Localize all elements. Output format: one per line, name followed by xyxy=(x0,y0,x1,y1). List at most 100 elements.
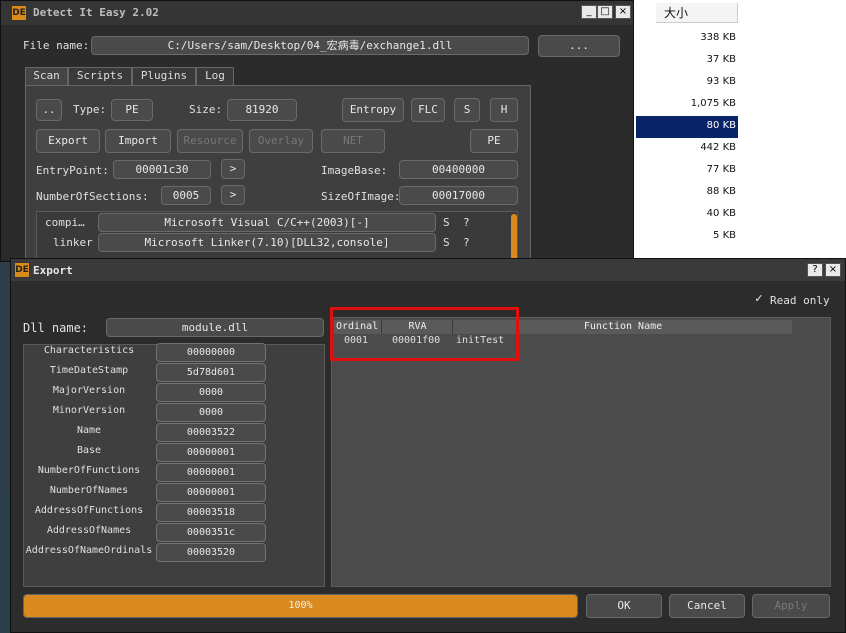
export-field-value[interactable]: 00003522 xyxy=(156,423,266,442)
progress-bar: 100% xyxy=(23,594,578,618)
export-title-bar[interactable]: DE Export ? × xyxy=(11,259,845,281)
overlay-button[interactable]: Overlay xyxy=(249,129,313,153)
desktop-background xyxy=(0,490,10,633)
result-s[interactable]: S xyxy=(443,236,450,249)
type-label: Type: xyxy=(73,103,107,116)
progress-text: 100% xyxy=(288,600,313,611)
export-field-label: TimeDateStamp xyxy=(49,365,129,376)
pe-button[interactable]: PE xyxy=(470,129,518,153)
result-q[interactable]: ? xyxy=(463,236,470,249)
size-column-header[interactable]: 大小 xyxy=(656,3,738,23)
cancel-button[interactable]: Cancel xyxy=(669,594,745,618)
export-field-value[interactable]: 0000351c xyxy=(156,523,266,542)
result-kind: linker xyxy=(53,236,93,249)
browse-button[interactable]: ... xyxy=(538,35,620,57)
entrypoint-arrow-button[interactable]: > xyxy=(221,159,245,179)
entrypoint-label: EntryPoint: xyxy=(36,164,109,177)
results-scrollbar[interactable] xyxy=(511,214,517,262)
file-name-label: File name: xyxy=(23,39,90,52)
imagebase-value: 00400000 xyxy=(399,160,518,179)
explorer-size-row[interactable]: 37 KB xyxy=(636,54,736,65)
export-field-label: AddressOfNameOrdinals xyxy=(25,545,153,556)
explorer-size-row[interactable]: 80 KB xyxy=(636,120,736,131)
help-icon[interactable]: ? xyxy=(807,263,823,277)
export-field-value[interactable]: 00003518 xyxy=(156,503,266,522)
explorer-size-row[interactable]: 338 KB xyxy=(636,32,736,43)
read-only-label: Read only xyxy=(770,294,830,307)
checkmark-icon: ✓ xyxy=(754,292,764,305)
net-button[interactable]: NET xyxy=(321,129,385,153)
close-icon[interactable]: × xyxy=(825,263,841,277)
dll-name-label: Dll name: xyxy=(23,321,89,335)
ok-button[interactable]: OK xyxy=(586,594,662,618)
die-window-title: Detect It Easy 2.02 xyxy=(33,6,159,19)
apply-button[interactable]: Apply xyxy=(752,594,830,618)
results-list: compi… Microsoft Visual C/C++(2003)[-] S… xyxy=(36,211,518,263)
result-q[interactable]: ? xyxy=(463,216,470,229)
h-button[interactable]: H xyxy=(490,98,518,122)
sizeofimage-label: SizeOfImage: xyxy=(321,190,401,203)
sections-arrow-button[interactable]: > xyxy=(221,185,245,205)
imagebase-label: ImageBase: xyxy=(321,164,388,177)
file-path-field[interactable]: C:/Users/sam/Desktop/04_宏病毒/exchange1.dl… xyxy=(91,36,529,55)
export-field-label: Base xyxy=(76,445,102,456)
export-field-value[interactable]: 00000001 xyxy=(156,443,266,462)
export-field-label: AddressOfFunctions xyxy=(34,505,144,516)
type-value: PE xyxy=(111,99,153,121)
result-s[interactable]: S xyxy=(443,216,450,229)
explorer-size-row[interactable]: 40 KB xyxy=(636,208,736,219)
export-field-value[interactable]: 00000000 xyxy=(156,343,266,362)
explorer-size-row[interactable]: 77 KB xyxy=(636,164,736,175)
explorer-size-row[interactable]: 5 KB xyxy=(636,230,736,241)
export-field-value[interactable]: 0000 xyxy=(156,383,266,402)
s-button[interactable]: S xyxy=(454,98,480,122)
explorer-size-row[interactable]: 442 KB xyxy=(636,142,736,153)
entropy-button[interactable]: Entropy xyxy=(342,98,404,122)
export-button[interactable]: Export xyxy=(36,129,100,153)
export-field-label: Name xyxy=(76,425,102,436)
read-only-checkbox[interactable]: ✓ xyxy=(753,293,765,305)
explorer-size-row[interactable]: 93 KB xyxy=(636,76,736,87)
maximize-icon[interactable]: □ xyxy=(597,5,613,19)
export-dialog-title: Export xyxy=(33,264,73,277)
export-field-label: NumberOfNames xyxy=(49,485,129,496)
export-app-icon: DE xyxy=(14,262,30,278)
minimize-icon[interactable]: _ xyxy=(581,5,597,19)
result-value: Microsoft Linker(7.10)[DLL32,console] xyxy=(98,233,436,252)
sections-label: NumberOfSections: xyxy=(36,190,149,203)
explorer-size-row[interactable]: 1,075 KB xyxy=(636,98,736,109)
tab-scripts[interactable]: Scripts xyxy=(68,67,132,85)
sections-value: 0005 xyxy=(161,186,211,205)
tab-plugins[interactable]: Plugins xyxy=(132,67,196,85)
result-value: Microsoft Visual C/C++(2003)[-] xyxy=(98,213,436,232)
export-field-value[interactable]: 5d78d601 xyxy=(156,363,266,382)
size-column-label: 大小 xyxy=(664,6,689,20)
sizeofimage-value: 00017000 xyxy=(399,186,518,205)
export-field-value[interactable]: 00000001 xyxy=(156,483,266,502)
export-field-value[interactable]: 00000001 xyxy=(156,463,266,482)
die-app-icon: DE xyxy=(11,5,27,21)
resource-button[interactable]: Resource xyxy=(177,129,243,153)
tab-log[interactable]: Log xyxy=(196,67,234,85)
up-button[interactable]: .. xyxy=(36,99,62,121)
export-field-label: MinorVersion xyxy=(52,405,126,416)
flc-button[interactable]: FLC xyxy=(411,98,445,122)
export-field-label: MajorVersion xyxy=(52,385,126,396)
export-field-value[interactable]: 00003520 xyxy=(156,543,266,562)
dll-name-field[interactable]: module.dll xyxy=(106,318,324,337)
result-kind: compi… xyxy=(45,216,85,229)
export-field-value[interactable]: 0000 xyxy=(156,403,266,422)
export-field-label: AddressOfNames xyxy=(46,525,132,536)
die-window: DE Detect It Easy 2.02 _ □ × File name: … xyxy=(0,0,634,263)
size-value: 81920 xyxy=(227,99,297,121)
export-field-label: NumberOfFunctions xyxy=(37,465,141,476)
explorer-size-row[interactable]: 88 KB xyxy=(636,186,736,197)
close-icon[interactable]: × xyxy=(615,5,631,19)
entrypoint-value: 00001c30 xyxy=(113,160,211,179)
size-label: Size: xyxy=(189,103,223,116)
export-field-label: Characteristics xyxy=(43,345,135,356)
tab-scan[interactable]: Scan xyxy=(25,67,68,86)
die-title-bar[interactable]: DE Detect It Easy 2.02 _ □ × xyxy=(1,1,633,25)
import-button[interactable]: Import xyxy=(105,129,171,153)
highlight-box xyxy=(330,307,519,361)
